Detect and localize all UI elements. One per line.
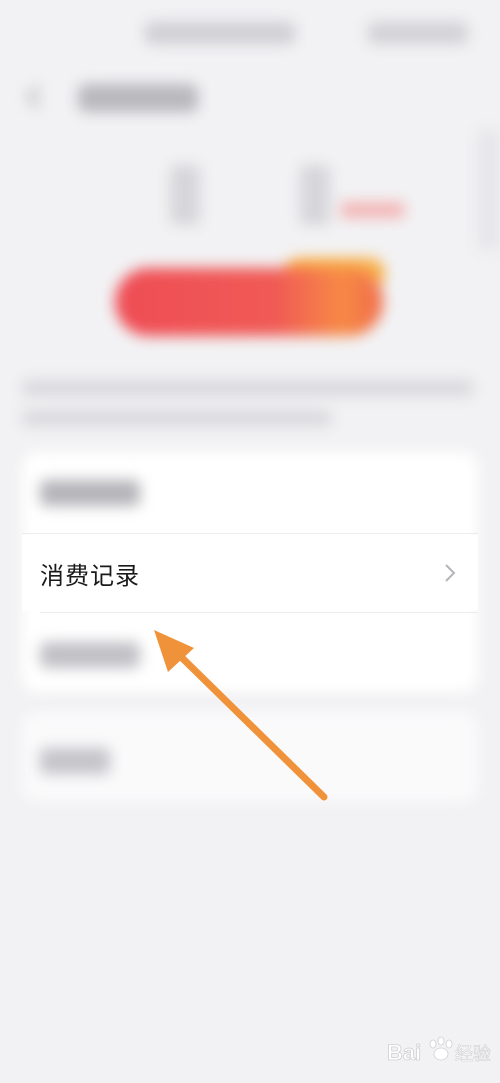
- svg-text:Bai: Bai: [387, 1040, 421, 1065]
- back-arrow-icon[interactable]: [22, 84, 48, 110]
- chevron-right-icon: [445, 564, 456, 582]
- watermark-logo: Bai 经验: [387, 1036, 491, 1065]
- svg-text:经验: 经验: [455, 1044, 491, 1065]
- description-line-1: [22, 380, 474, 396]
- primary-action-button[interactable]: [115, 268, 383, 336]
- description-line-2: [22, 410, 332, 426]
- list-item-consumption-records[interactable]: 消费记录: [22, 535, 478, 611]
- list-item-1-label[interactable]: [40, 480, 140, 506]
- divider: [22, 533, 478, 534]
- list-item-4-label[interactable]: [40, 748, 110, 774]
- list-item-3-label[interactable]: [40, 642, 140, 668]
- stat-right-highlight: [340, 202, 405, 218]
- divider: [40, 612, 478, 613]
- stat-left: [170, 165, 200, 225]
- list-item-label: 消费记录: [40, 561, 140, 590]
- status-bar-right: [368, 22, 468, 44]
- status-bar-center: [145, 22, 295, 44]
- stat-right: [300, 165, 330, 225]
- page-title: [78, 84, 198, 112]
- right-edge-panel: [478, 130, 500, 250]
